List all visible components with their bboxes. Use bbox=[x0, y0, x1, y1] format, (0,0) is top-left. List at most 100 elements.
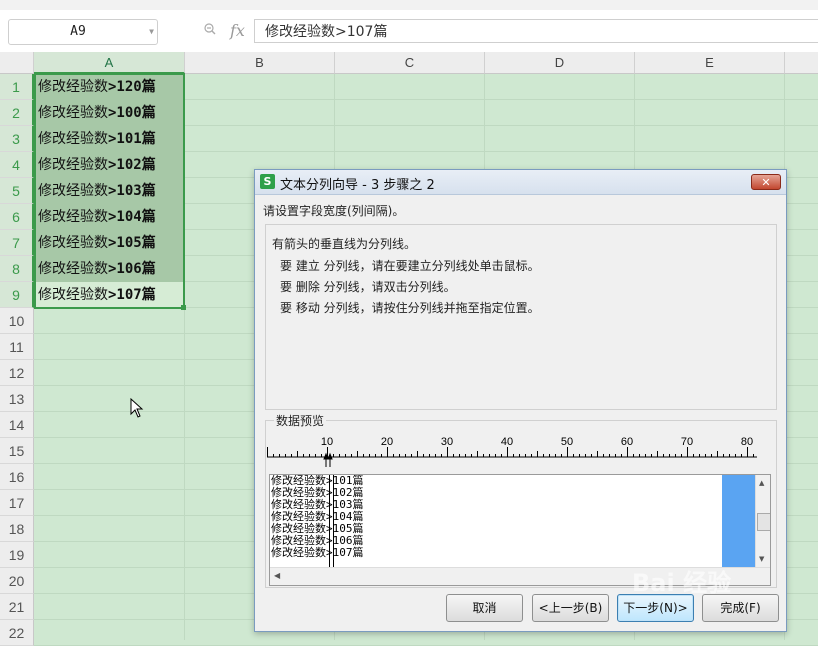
ruler-label: 40 bbox=[501, 436, 513, 448]
row-header[interactable]: 17 bbox=[0, 490, 34, 516]
cell-text: >103篇 bbox=[108, 183, 156, 199]
back-button[interactable]: <上一步(B) bbox=[532, 594, 609, 622]
cell-text: >102篇 bbox=[108, 157, 156, 173]
row-header[interactable]: 11 bbox=[0, 334, 34, 360]
cell-a1[interactable]: 修改经验数>120篇 bbox=[35, 74, 184, 100]
column-ruler[interactable]: 10 20 30 40 50 60 70 80 bbox=[267, 435, 757, 467]
column-break-line[interactable] bbox=[333, 475, 334, 567]
row-header[interactable]: 4 bbox=[0, 152, 34, 178]
cell-text: >104篇 bbox=[108, 209, 156, 225]
column-break-arrow-icon bbox=[327, 452, 333, 467]
scroll-down-icon[interactable]: ▼ bbox=[759, 555, 764, 563]
row-header[interactable]: 7 bbox=[0, 230, 34, 256]
column-header-a[interactable]: A bbox=[34, 52, 185, 74]
column-break-line[interactable] bbox=[329, 475, 330, 567]
ruler-label: 80 bbox=[741, 436, 753, 448]
row-header[interactable]: 2 bbox=[0, 100, 34, 126]
cell-text: >100篇 bbox=[108, 105, 156, 121]
cell-text: >101篇 bbox=[108, 131, 156, 147]
row-header[interactable]: 9 bbox=[0, 282, 34, 308]
instruction-delete: 要 删除 分列线，请双击分列线。 bbox=[280, 280, 456, 294]
row-header[interactable]: 10 bbox=[0, 308, 34, 334]
cell-text: >105篇 bbox=[108, 235, 156, 251]
dialog-title: 文本分列向导 - 3 步骤之 2 bbox=[280, 178, 435, 193]
cell-a6[interactable]: 修改经验数>104篇 bbox=[35, 204, 184, 230]
row-header[interactable]: 13 bbox=[0, 386, 34, 412]
cell-text: 修改经验数 bbox=[38, 79, 108, 95]
dialog-titlebar[interactable]: S 文本分列向导 - 3 步骤之 2 ✕ bbox=[255, 170, 786, 195]
formula-input[interactable]: 修改经验数>107篇 bbox=[254, 19, 818, 43]
row-header[interactable]: 19 bbox=[0, 542, 34, 568]
grid-line bbox=[184, 74, 185, 640]
column-header-c[interactable]: C bbox=[335, 52, 485, 74]
row-header[interactable]: 18 bbox=[0, 516, 34, 542]
cell-a3[interactable]: 修改经验数>101篇 bbox=[35, 126, 184, 152]
cell-text: 修改经验数 bbox=[38, 157, 108, 173]
row-header[interactable]: 22 bbox=[0, 620, 34, 646]
row-header[interactable]: 20 bbox=[0, 568, 34, 594]
column-header-d[interactable]: D bbox=[485, 52, 635, 74]
row-header[interactable]: 3 bbox=[0, 126, 34, 152]
data-preview-label: 数据预览 bbox=[274, 412, 327, 429]
text-to-columns-dialog: S 文本分列向导 - 3 步骤之 2 ✕ 请设置字段宽度(列间隔)。 有箭头的垂… bbox=[254, 169, 787, 632]
cell-text: 修改经验数 bbox=[38, 183, 108, 199]
ruler-label: 30 bbox=[441, 436, 453, 448]
instructions-heading: 有箭头的垂直线为分列线。 bbox=[272, 237, 417, 251]
preview-highlight bbox=[722, 475, 755, 567]
cell-text: 修改经验数 bbox=[38, 209, 108, 225]
scroll-thumb[interactable] bbox=[757, 513, 770, 531]
preview-vertical-scrollbar[interactable]: ▲ ▼ bbox=[755, 475, 770, 567]
select-all-corner[interactable] bbox=[0, 52, 34, 74]
fx-icon[interactable]: fx bbox=[230, 21, 245, 40]
cell-text: 修改经验数 bbox=[38, 287, 108, 303]
ruler-label: 10 bbox=[321, 436, 333, 448]
finish-button[interactable]: 完成(F) bbox=[702, 594, 779, 622]
formula-bar: A9 ▼ fx 修改经验数>107篇 bbox=[0, 10, 818, 53]
preview-text: 修改经验数>101篇 修改经验数>102篇 修改经验数>103篇 修改经验数>104篇… bbox=[271, 475, 364, 559]
row-header[interactable]: 5 bbox=[0, 178, 34, 204]
row-header[interactable]: 1 bbox=[0, 74, 34, 100]
cell-text: >120篇 bbox=[108, 79, 156, 95]
cancel-button[interactable]: 取消 bbox=[446, 594, 523, 622]
column-header-b[interactable]: B bbox=[185, 52, 335, 74]
ruler-label: 60 bbox=[621, 436, 633, 448]
column-header-f[interactable] bbox=[785, 52, 818, 74]
name-box[interactable]: A9 ▼ bbox=[8, 19, 158, 45]
column-header-e[interactable]: E bbox=[635, 52, 785, 74]
scroll-up-icon[interactable]: ▲ bbox=[759, 479, 764, 487]
chevron-down-icon[interactable]: ▼ bbox=[149, 20, 154, 44]
scroll-left-icon[interactable]: ◀ bbox=[274, 571, 280, 580]
cell-text: 修改经验数 bbox=[38, 261, 108, 277]
cell-a7[interactable]: 修改经验数>105篇 bbox=[35, 230, 184, 256]
cell-text: 修改经验数 bbox=[38, 105, 108, 121]
ruler-label: 20 bbox=[381, 436, 393, 448]
row-header[interactable]: 15 bbox=[0, 438, 34, 464]
instructions-panel: 有箭头的垂直线为分列线。 要 建立 分列线，请在要建立分列线处单击鼠标。 要 删… bbox=[265, 224, 777, 410]
cell-text: 修改经验数 bbox=[38, 131, 108, 147]
cell-a8[interactable]: 修改经验数>106篇 bbox=[35, 256, 184, 282]
zoom-icon[interactable] bbox=[204, 23, 216, 35]
data-preview-box[interactable]: 修改经验数>101篇 修改经验数>102篇 修改经验数>103篇 修改经验数>104篇… bbox=[269, 474, 771, 586]
next-button[interactable]: 下一步(N)> bbox=[617, 594, 694, 622]
cell-a2[interactable]: 修改经验数>100篇 bbox=[35, 100, 184, 126]
preview-horizontal-scrollbar[interactable]: ◀ bbox=[270, 567, 770, 585]
row-header[interactable]: 8 bbox=[0, 256, 34, 282]
instruction-create: 要 建立 分列线，请在要建立分列线处单击鼠标。 bbox=[280, 259, 540, 273]
instruction-move: 要 移动 分列线，请按住分列线并拖至指定位置。 bbox=[280, 301, 540, 315]
row-header[interactable]: 12 bbox=[0, 360, 34, 386]
close-button[interactable]: ✕ bbox=[751, 174, 781, 190]
row-header[interactable]: 16 bbox=[0, 464, 34, 490]
mouse-cursor-icon bbox=[130, 398, 144, 418]
fill-handle[interactable] bbox=[181, 305, 186, 310]
row-header[interactable]: 14 bbox=[0, 412, 34, 438]
cell-text: 修改经验数 bbox=[38, 235, 108, 251]
row-header[interactable]: 6 bbox=[0, 204, 34, 230]
ruler-label: 70 bbox=[681, 436, 693, 448]
cell-a5[interactable]: 修改经验数>103篇 bbox=[35, 178, 184, 204]
name-box-value: A9 bbox=[70, 24, 86, 39]
cell-a4[interactable]: 修改经验数>102篇 bbox=[35, 152, 184, 178]
cell-a9[interactable]: 修改经验数>107篇 bbox=[35, 282, 184, 308]
row-header[interactable]: 21 bbox=[0, 594, 34, 620]
dialog-prompt: 请设置字段宽度(列间隔)。 bbox=[263, 204, 405, 218]
cell-text: >107篇 bbox=[108, 287, 156, 303]
